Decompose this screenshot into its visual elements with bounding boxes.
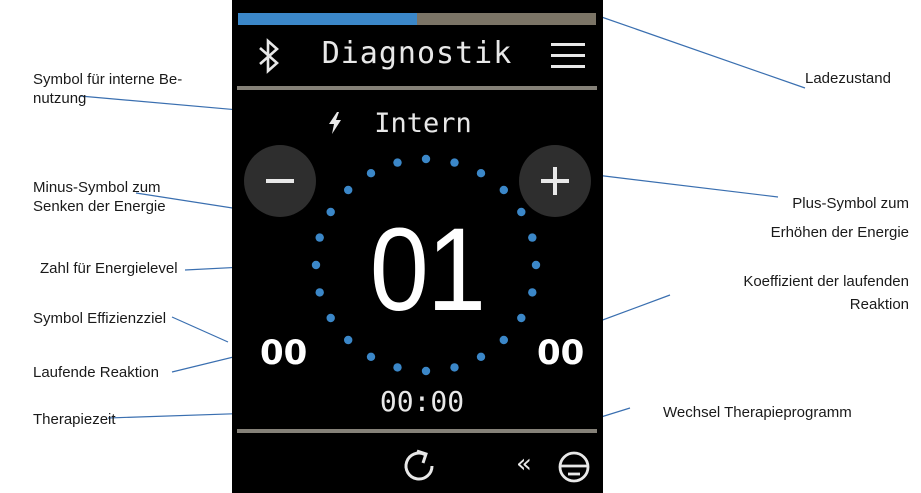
progress-dot (531, 260, 541, 270)
label-intern-symbol: Symbol für interne Be- nutzung (33, 70, 182, 108)
progress-dot (517, 313, 526, 323)
progress-dot (528, 233, 537, 242)
label-therapy-time: Therapiezeit (33, 411, 116, 428)
label-coefficient-line2: Reaktion (849, 296, 909, 313)
label-energy-number: Zahl für Energielevel (40, 260, 178, 277)
label-running-reaction: Laufende Reaktion (33, 364, 159, 381)
progress-dot (366, 352, 376, 361)
progress-dot (450, 158, 459, 167)
leader-battery (589, 12, 806, 89)
progress-dot (476, 169, 486, 178)
progress-dot (326, 313, 335, 323)
label-minus-symbol-line1: Minus-Symbol zum (33, 179, 161, 196)
label-minus-symbol: Minus-Symbol zum Senken der Energie (33, 178, 166, 216)
energy-level: 01 (369, 204, 486, 336)
label-coefficient-line1: Koeffizient der laufenden (743, 273, 909, 290)
label-program-switch: Wechsel Therapieprogramm (663, 404, 852, 421)
running-reaction-value: 00 (260, 333, 308, 373)
coefficient-value: 00 (537, 333, 585, 373)
progress-dot (344, 185, 353, 195)
label-minus-symbol-line2: Senken der Energie (33, 198, 166, 215)
progress-dot (450, 363, 459, 372)
progress-dot (366, 169, 376, 178)
label-battery: Ladezustand (805, 70, 891, 87)
progress-dot (499, 185, 508, 195)
progress-dot (421, 154, 431, 164)
progress-dot (315, 233, 324, 242)
progress-dot (528, 288, 537, 297)
progress-dot (421, 366, 431, 376)
program-switch-icon[interactable] (557, 450, 591, 484)
progress-dot (476, 352, 486, 361)
double-chevron-icon[interactable]: « (516, 449, 532, 479)
progress-dot (393, 158, 402, 167)
leader-plus-symbol (595, 174, 779, 198)
refresh-icon[interactable] (399, 446, 439, 486)
progress-dot (311, 260, 321, 270)
label-plus-symbol: Plus-Symbol zum Erhöhen der Energie (771, 194, 909, 242)
progress-dot (517, 207, 526, 217)
label-plus-symbol-line1: Plus-Symbol zum (792, 195, 909, 212)
progress-dot (326, 207, 335, 217)
label-intern-symbol-line1: Symbol für interne Be- (33, 71, 183, 88)
progress-dot (315, 288, 324, 297)
label-efficiency-symbol: Symbol Effizienzziel (33, 310, 167, 327)
leader-efficiency-symbol (171, 316, 229, 343)
device-screen: Diagnostik Intern 01 00 00 00:00 « (232, 0, 603, 493)
therapy-time: 00:00 (379, 385, 465, 418)
bottom-divider (237, 429, 597, 433)
progress-dot (393, 363, 402, 372)
label-intern-symbol-line2: nutzung (33, 90, 87, 107)
label-plus-symbol-line2: Erhöhen der Energie (770, 224, 909, 241)
label-coefficient: Koeffizient der laufenden Reaktion (743, 272, 909, 314)
